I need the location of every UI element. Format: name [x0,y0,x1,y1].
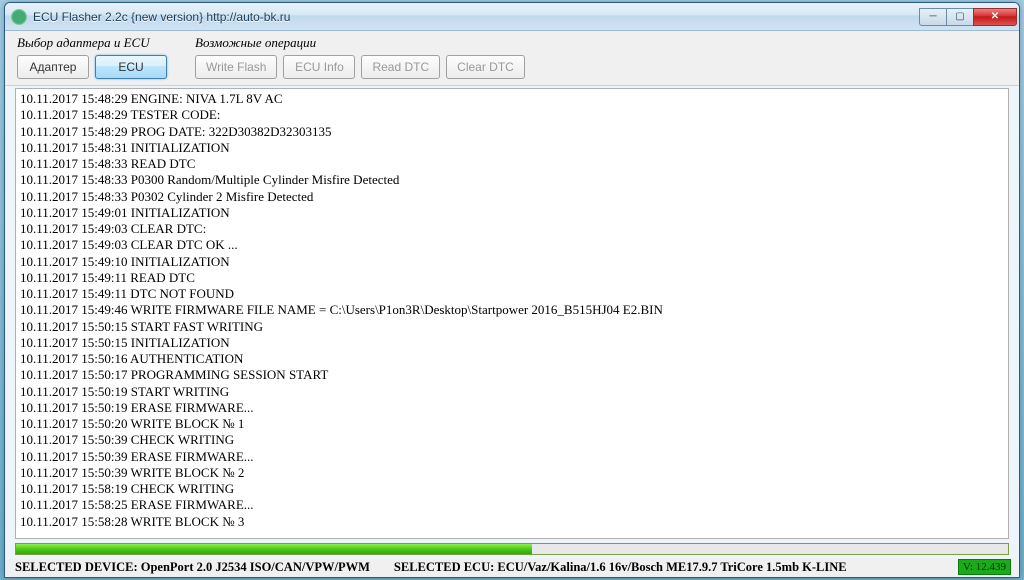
log-line: 10.11.2017 15:50:19 ERASE FIRMWARE... [20,400,1004,416]
log-line: 10.11.2017 15:50:39 ERASE FIRMWARE... [20,449,1004,465]
progress-bar [15,543,1009,555]
log-line: 10.11.2017 15:49:03 CLEAR DTC: [20,221,1004,237]
progress-fill [16,544,532,554]
minimize-button[interactable]: ─ [919,8,947,26]
adapter-button[interactable]: Адаптер [17,55,89,79]
log-line: 10.11.2017 15:50:39 WRITE BLOCK № 2 [20,465,1004,481]
log-line: 10.11.2017 15:50:20 WRITE BLOCK № 1 [20,416,1004,432]
log-line: 10.11.2017 15:50:19 START WRITING [20,384,1004,400]
status-ecu: SELECTED ECU: ECU/Vaz/Kalina/1.6 16v/Bos… [394,560,847,575]
log-line: 10.11.2017 15:50:15 START FAST WRITING [20,319,1004,335]
log-line: 10.11.2017 15:50:17 PROGRAMMING SESSION … [20,367,1004,383]
status-ecu-value: ECU/Vaz/Kalina/1.6 16v/Bosch ME17.9.7 Tr… [497,560,846,574]
log-line: 10.11.2017 15:48:31 INITIALIZATION [20,140,1004,156]
adapter-group: Выбор адаптера и ECU Адаптер ECU [17,35,167,79]
log-line: 10.11.2017 15:49:46 WRITE FIRMWARE FILE … [20,302,1004,318]
log-line: 10.11.2017 15:50:16 AUTHENTICATION [20,351,1004,367]
adapter-button-row: Адаптер ECU [17,55,167,79]
maximize-button[interactable]: ▢ [946,8,974,26]
log-line: 10.11.2017 15:49:03 CLEAR DTC OK ... [20,237,1004,253]
log-line: 10.11.2017 15:49:01 INITIALIZATION [20,205,1004,221]
write-flash-button[interactable]: Write Flash [195,55,277,79]
log-line: 10.11.2017 15:48:33 READ DTC [20,156,1004,172]
statusbar: SELECTED DEVICE: OpenPort 2.0 J2534 ISO/… [5,559,1019,577]
operations-button-row: Write Flash ECU Info Read DTC Clear DTC [195,55,525,79]
operations-group-label: Возможные операции [195,35,525,51]
titlebar[interactable]: ECU Flasher 2.2c {new version} http://au… [5,3,1019,31]
status-device-label: SELECTED DEVICE: [15,560,141,574]
log-line: 10.11.2017 15:58:19 CHECK WRITING [20,481,1004,497]
toolbar: Выбор адаптера и ECU Адаптер ECU Возможн… [5,31,1019,86]
close-icon: ✕ [991,11,999,22]
log-line: 10.11.2017 15:48:33 P0300 Random/Multipl… [20,172,1004,188]
log-line: 10.11.2017 15:58:25 ERASE FIRMWARE... [20,497,1004,513]
log-line: 10.11.2017 15:49:11 READ DTC [20,270,1004,286]
ecu-info-button[interactable]: ECU Info [283,55,355,79]
minimize-icon: ─ [929,11,936,22]
progress-row [15,543,1009,557]
operations-group: Возможные операции Write Flash ECU Info … [195,35,525,79]
status-device: SELECTED DEVICE: OpenPort 2.0 J2534 ISO/… [15,560,370,575]
window-title: ECU Flasher 2.2c {new version} http://au… [33,10,920,24]
status-device-value: OpenPort 2.0 J2534 ISO/CAN/VPW/PWM [141,560,370,574]
status-ecu-label: SELECTED ECU: [394,560,498,574]
status-version: V: 12.439 [958,559,1011,575]
log-line: 10.11.2017 15:48:29 PROG DATE: 322D30382… [20,124,1004,140]
adapter-group-label: Выбор адаптера и ECU [17,35,167,51]
log-line: 10.11.2017 15:48:29 TESTER CODE: [20,107,1004,123]
clear-dtc-button[interactable]: Clear DTC [446,55,525,79]
log-line: 10.11.2017 15:49:11 DTC NOT FOUND [20,286,1004,302]
log-output[interactable]: 10.11.2017 15:48:29 ENGINE: NIVA 1.7L 8V… [15,88,1009,539]
log-line: 10.11.2017 15:50:15 INITIALIZATION [20,335,1004,351]
log-line: 10.11.2017 15:58:28 WRITE BLOCK № 3 [20,514,1004,530]
app-window: ECU Flasher 2.2c {new version} http://au… [4,2,1020,578]
ecu-button[interactable]: ECU [95,55,167,79]
log-line: 10.11.2017 15:48:33 P0302 Cylinder 2 Mis… [20,189,1004,205]
read-dtc-button[interactable]: Read DTC [361,55,440,79]
window-controls: ─ ▢ ✕ [920,8,1017,26]
log-line: 10.11.2017 15:48:29 ENGINE: NIVA 1.7L 8V… [20,91,1004,107]
log-line: 10.11.2017 15:50:39 CHECK WRITING [20,432,1004,448]
maximize-icon: ▢ [955,11,964,22]
app-icon [11,9,27,25]
close-button[interactable]: ✕ [973,8,1017,26]
log-line: 10.11.2017 15:49:10 INITIALIZATION [20,254,1004,270]
